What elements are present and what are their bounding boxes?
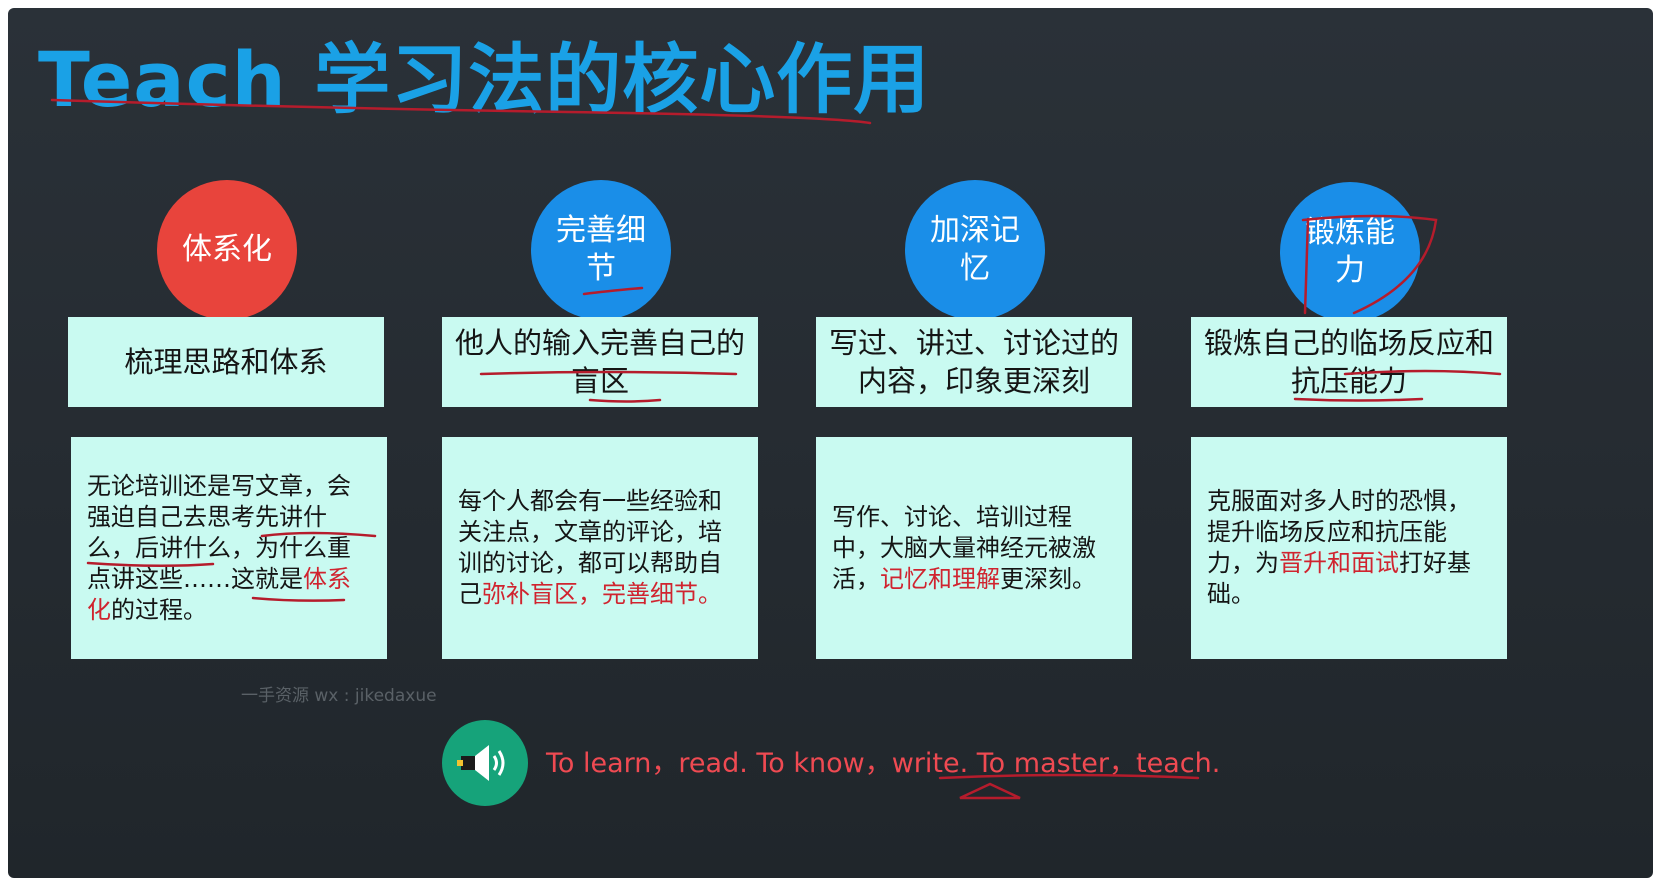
heading-box: 梳理思路和体系 [68, 317, 384, 407]
heading-text: 写过、讲过、讨论过的内容，印象更深刻 [828, 326, 1119, 398]
description-text: 无论培训还是写文章，会强迫自己去思考先讲什么，后讲什么，为什么重点讲这些……这就… [87, 471, 371, 626]
description-box: 克服面对多人时的恐惧，提升临场反应和抗压能力，为晋升和面试打好基础。 [1191, 437, 1507, 659]
circle-refine-details: 完善细节 [531, 180, 671, 320]
arrow-mark [959, 782, 1021, 800]
description-text: 写作、讨论、培训过程中，大脑大量神经元被激活，记忆和理解更深刻。 [832, 502, 1116, 595]
highlight-text: 记忆和理解 [880, 564, 1000, 593]
heading-text: 锻炼自己的临场反应和抗压能力 [1203, 326, 1494, 398]
speaker-icon [457, 745, 505, 781]
description-text: 每个人都会有一些经验和关注点，文章的评论，培训的讨论，都可以帮助自己弥补盲区，完… [458, 486, 742, 610]
heading-box: 他人的输入完善自己的盲区 [442, 317, 758, 407]
circle-label: 加深记忆 [930, 213, 1020, 286]
quote-text: To learn，read. To know，write. To master，… [546, 748, 1221, 779]
circle-label: 锻炼能力 [1305, 215, 1395, 288]
slide: Teach 学习法的核心作用 体系化 完善细节 加深记忆 锻炼能力 梳理思路和体… [8, 8, 1653, 878]
heading-box: 写过、讲过、讨论过的内容，印象更深刻 [816, 317, 1132, 407]
heading-text: 梳理思路和体系 [124, 345, 328, 379]
heading-text: 他人的输入完善自己的盲区 [454, 326, 745, 398]
circle-deepen-memory: 加深记忆 [905, 180, 1045, 320]
description-text: 克服面对多人时的恐惧，提升临场反应和抗压能力，为晋升和面试打好基础。 [1207, 486, 1491, 610]
text-run: 的过程。 [111, 595, 207, 624]
circle-build-ability: 锻炼能力 [1280, 182, 1420, 322]
highlight-text: 弥补盲区，完善细节。 [482, 580, 722, 608]
description-box: 写作、讨论、培训过程中，大脑大量神经元被激活，记忆和理解更深刻。 [816, 437, 1132, 659]
description-box: 无论培训还是写文章，会强迫自己去思考先讲什么，后讲什么，为什么重点讲这些……这就… [71, 437, 387, 659]
slide-title: Teach 学习法的核心作用 [38, 35, 931, 124]
circle-label: 体系化 [182, 232, 272, 267]
speaker-button[interactable] [442, 720, 528, 806]
heading-box: 锻炼自己的临场反应和抗压能力 [1191, 317, 1507, 407]
description-box: 每个人都会有一些经验和关注点，文章的评论，培训的讨论，都可以帮助自己弥补盲区，完… [442, 437, 758, 659]
text-run: 更深刻。 [1000, 564, 1096, 593]
watermark: 一手资源 wx : jikedaxue [241, 686, 437, 706]
highlight-text: 晋升和面试 [1279, 549, 1399, 577]
circle-systematize: 体系化 [157, 180, 297, 320]
circle-label: 完善细节 [556, 213, 646, 286]
